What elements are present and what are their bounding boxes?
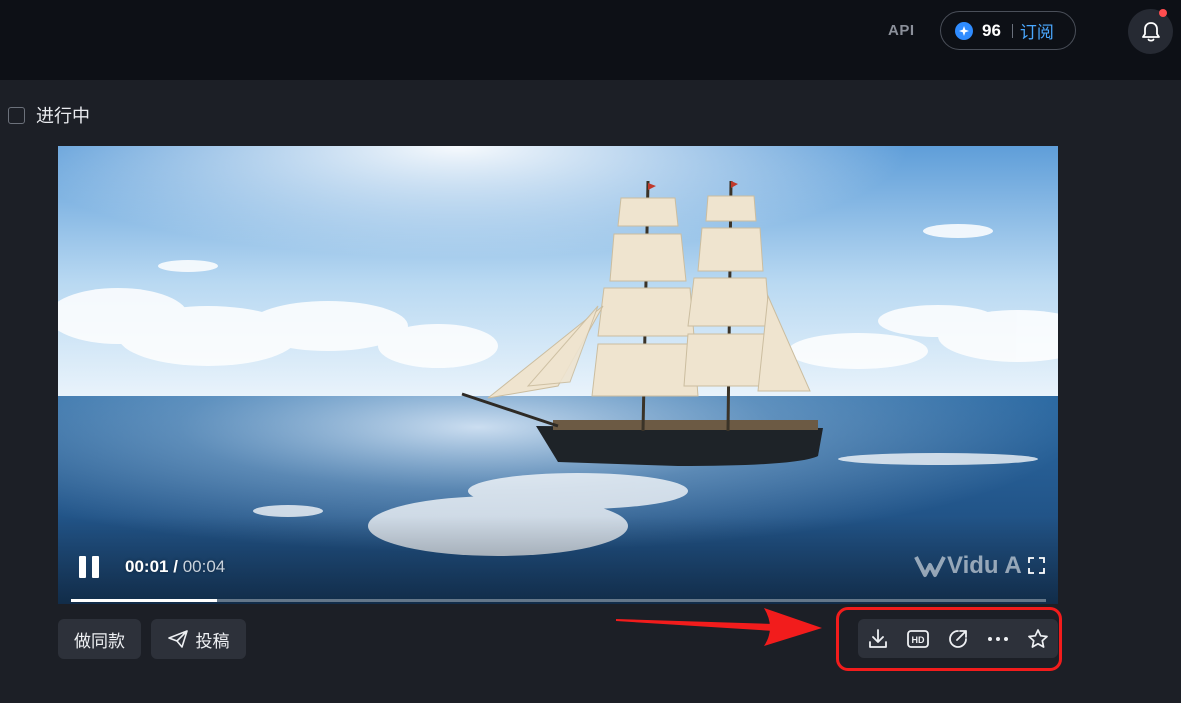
progress-fill	[71, 599, 218, 602]
total-time: 00:04	[182, 557, 226, 576]
annotation-arrow	[616, 608, 822, 646]
submit-label: 投稿	[195, 631, 230, 651]
pause-button[interactable]	[76, 554, 102, 580]
current-time: 00:01	[125, 557, 169, 576]
select-checkbox[interactable]	[8, 106, 25, 124]
video-frame	[58, 146, 1058, 604]
watermark-text: Vidu A	[947, 552, 1022, 579]
progress-bar[interactable]	[71, 599, 1046, 602]
divider	[1011, 23, 1013, 38]
bell-icon	[1141, 21, 1160, 42]
notification-dot	[1159, 9, 1167, 17]
credit-icon	[955, 21, 973, 40]
time-separator: /	[173, 557, 178, 576]
subscribe-link[interactable]: 订阅	[1020, 18, 1054, 43]
fullscreen-icon[interactable]	[1028, 557, 1045, 574]
time-display: 00:01 / 00:04	[125, 557, 225, 577]
credits-pill[interactable]: 96 订阅	[940, 11, 1076, 50]
make-same-label: 做同款	[74, 631, 125, 651]
notification-button[interactable]	[1128, 9, 1173, 54]
video-player[interactable]: 00:01 / 00:04 Vidu A	[58, 146, 1058, 604]
top-bar: API 96 订阅	[0, 0, 1181, 80]
vidu-logo-icon	[914, 556, 946, 577]
make-same-button[interactable]: 做同款	[58, 619, 141, 659]
send-icon	[167, 630, 188, 648]
status-label: 进行中	[36, 106, 90, 126]
submit-button[interactable]: 投稿	[151, 619, 246, 659]
watermark: Vidu A	[913, 552, 1022, 580]
credit-count: 96	[982, 20, 1001, 40]
highlight-box	[836, 607, 1062, 671]
api-link[interactable]: API	[888, 22, 915, 39]
task-status: 进行中	[8, 102, 90, 128]
